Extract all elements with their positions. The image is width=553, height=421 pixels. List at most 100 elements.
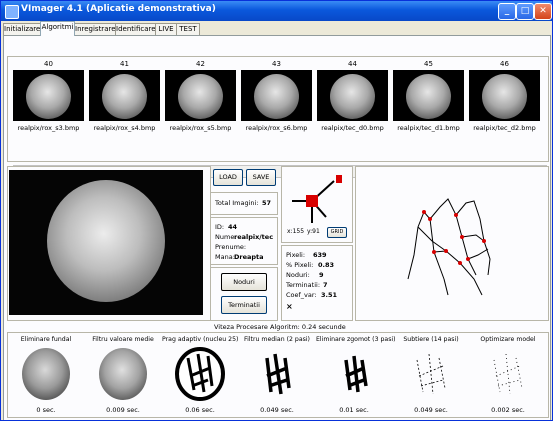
tab-live[interactable]: LIVE [155,23,177,35]
thumbnail-image[interactable] [89,70,160,121]
step-prag-adaptiv: Prag adaptiv (nucleu 25) 0.06 sec. [162,333,238,417]
stat-label: % Pixeli: [286,261,314,269]
stat-value: 0.83 [318,261,335,269]
step-label: Eliminare fundal [20,336,72,343]
stat-label: Pixeli: [286,251,306,259]
thumbnail-filename: realpix/tec_d1.bmp [397,124,460,132]
id-value: 44 [228,223,238,231]
step-time: 0.01 sec. [339,406,369,414]
thumbnail-filename: realpix/rox_s6.bmp [245,124,308,132]
step-image [22,348,70,400]
close-stats-icon[interactable]: × [286,302,293,311]
step-label: Filtru median (2 pasi) [244,336,310,343]
stat-label: Noduri: [286,271,310,279]
app-icon [5,5,19,19]
step-eliminare-zgomot: Eliminare zgomot (3 pasi) 0.01 sec. [316,333,396,417]
tab-initializare[interactable]: Initializare [3,23,41,35]
zoom-preview[interactable] [286,171,346,227]
save-button[interactable]: SAVE [246,169,276,186]
processing-speed-text: Viteza Procesare Algoritm: 0.24 secunde [214,323,346,331]
person-info-box: ID: 44 Nume: realpix/tec Prenume: Mana: … [210,217,278,265]
zoom-red-pixel [336,175,342,183]
stat-value: 9 [319,271,324,279]
step-time: 0 sec. [36,406,56,414]
prenume-label: Prenume: [215,243,247,251]
thumbnail-number: 41 [120,60,129,68]
app-window: VImager 4.1 (Aplicatie demonstrativa) _ … [0,0,553,421]
close-button[interactable]: ✕ [534,3,552,20]
total-images-value: 57 [262,199,272,207]
thumbnail-image[interactable] [241,70,312,121]
minimize-button[interactable]: _ [498,3,516,20]
thumbnail-image[interactable] [317,70,388,121]
zoom-x-coordinate: x:155 [287,228,305,235]
id-label: ID: [215,223,225,231]
thumbnail-item[interactable]: 43 realpix/rox_s6.bmp [241,60,312,134]
step-eliminare-fundal: Eliminare fundal 0 sec. [8,333,84,417]
thumbnail-panel: 40 realpix/rox_s3.bmp 41 realpix/rox_s4.bmp… [7,56,549,178]
thumbnail-image[interactable] [165,70,236,121]
step-label: Prag adaptiv (nucleu 25) [162,336,239,343]
processing-steps-panel: Eliminare fundal 0 sec. Filtru valoare m… [7,332,549,418]
thumbnail-item[interactable]: 45 realpix/tec_d1.bmp [393,60,464,134]
thumbnail-filename: realpix/rox_s5.bmp [169,124,232,132]
thumbnail-filename: realpix/rox_s4.bmp [93,124,156,132]
grid-button[interactable]: GRID [327,227,347,238]
step-time: 0.049 sec. [260,406,294,414]
hand-vein-image [9,170,203,315]
title-bar: VImager 4.1 (Aplicatie demonstrativa) _ … [1,1,552,21]
thumbnail-item[interactable]: 44 realpix/tec_d0.bmp [317,60,388,134]
tab-identificare[interactable]: Identificare [115,23,156,35]
total-images-label: Total Imagini: [215,199,259,207]
window-title: VImager 4.1 (Aplicatie demonstrativa) [21,4,216,14]
load-button[interactable]: LOAD [213,169,243,186]
step-time: 0.002 sec. [491,406,525,414]
tab-test[interactable]: TEST [176,23,200,35]
step-label: Subtiere (14 pasi) [403,336,459,343]
step-image [344,355,368,393]
vein-skeleton-graph [407,198,491,296]
thumbnail-number: 40 [44,60,53,68]
step-subtiere: Subtiere (14 pasi) 0.049 sec. [393,333,469,417]
zoom-panel: x:155 y:91 GRID [281,166,353,243]
thumbnail-item[interactable]: 41 realpix/rox_s4.bmp [89,60,160,134]
step-time: 0.009 sec. [106,406,140,414]
tab-inregistrare[interactable]: Inregistrare [74,23,116,35]
step-time: 0.049 sec. [414,406,448,414]
stats-panel: Pixeli: 639 % Pixeli: 0.83 Noduri: 9 Ter… [281,245,353,321]
mana-value: Dreapta [234,253,264,261]
thumbnail-item[interactable]: 42 realpix/rox_s5.bmp [165,60,236,134]
step-filtru-median: Filtru median (2 pasi) 0.049 sec. [239,333,315,417]
stat-label: Coef_var: [286,291,317,299]
stat-value: 639 [313,251,327,259]
maximize-button[interactable]: □ [516,3,534,20]
tab-content-algoritmi: 40 realpix/rox_s3.bmp 41 realpix/rox_s4.bmp… [3,35,551,420]
zoom-y-coordinate: y:91 [307,228,320,235]
step-optimizare-model: Optimizare model 0.002 sec. [470,333,546,417]
tab-algoritmi[interactable]: Algoritmi [40,21,75,36]
step-label: Optimizare model [480,336,536,343]
total-images-box: Total Imagini: 57 [210,192,278,215]
terminatii-button[interactable]: Terminatii [221,296,267,314]
step-label: Filtru valoare medie [92,336,154,343]
step-filtru-valoare-medie: Filtru valoare medie 0.009 sec. [85,333,161,417]
noduri-button[interactable]: Noduri [221,273,267,291]
thumbnail-image[interactable] [13,70,84,121]
step-time: 0.06 sec. [185,406,215,414]
thumbnail-image[interactable] [393,70,464,121]
thumbnail-filename: realpix/rox_s3.bmp [17,124,80,132]
thumbnail-item[interactable]: 46 realpix/tec_d2.bmp [469,60,540,134]
step-image [416,353,446,395]
thumbnail-number: 46 [500,60,509,68]
thumbnail-image[interactable] [469,70,540,121]
thumbnail-number: 45 [424,60,433,68]
step-image [99,348,147,400]
thumbnail-filename: realpix/tec_d2.bmp [473,124,536,132]
skeleton-result-panel [355,166,549,321]
stat-label: Terminatii: [286,281,321,289]
zoom-marker [306,195,318,207]
thumbnail-item[interactable]: 40 realpix/rox_s3.bmp [13,60,84,134]
skeleton-lines [407,198,491,296]
thumbnail-number: 43 [272,60,281,68]
step-label: Eliminare zgomot (3 pasi) [316,336,396,343]
